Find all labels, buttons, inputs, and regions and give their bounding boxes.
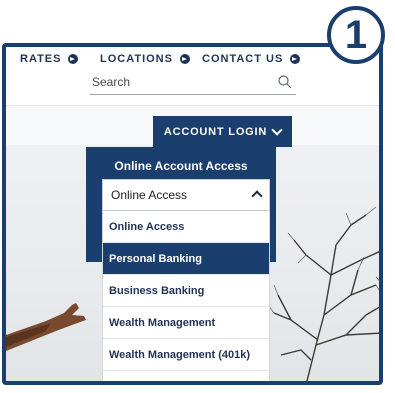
chevron-down-icon [271,123,283,136]
nav-link-contact-us[interactable]: CONTACT US [202,53,301,65]
search-input[interactable] [90,75,272,91]
option-business-banking[interactable]: Business Banking [103,275,269,307]
online-access-dropdown: Online Access Personal Banking Business … [102,211,270,382]
step-number: 1 [344,13,368,57]
account-login-label: ACCOUNT LOGIN [163,125,268,138]
arrow-right-circle-icon [68,54,79,64]
arrow-right-circle-icon [179,54,190,64]
utility-nav: RATES LOCATIONS CONTACT US [6,47,379,71]
arrow-right-circle-icon [290,54,301,64]
option-wealth-management-401k[interactable]: Wealth Management (401k) [103,339,269,371]
nav-link-locations[interactable]: LOCATIONS [100,53,190,65]
account-login-button[interactable]: ACCOUNT LOGIN [153,116,292,147]
chevron-up-icon [251,190,263,202]
nav-link-label: CONTACT US [202,53,284,65]
nav-link-label: LOCATIONS [100,53,173,65]
nav-link-label: RATES [20,53,62,65]
online-access-select[interactable]: Online Access [102,179,270,211]
option-wealth-management[interactable]: Wealth Management [103,307,269,339]
option-personal-banking[interactable]: Personal Banking [103,243,269,275]
search-box [90,72,296,95]
option-visa-personal-credit-cards[interactable]: VISA Personal Credit Cards [103,371,269,382]
select-value: Online Access [111,188,188,202]
nav-link-rates[interactable]: RATES [20,53,79,65]
step-number-badge: 1 [327,6,385,64]
screenshot-frame: RATES LOCATIONS CONTACT US Search ACCOUN… [2,43,383,385]
search-icon[interactable] [278,75,292,89]
option-online-access[interactable]: Online Access [103,211,269,243]
